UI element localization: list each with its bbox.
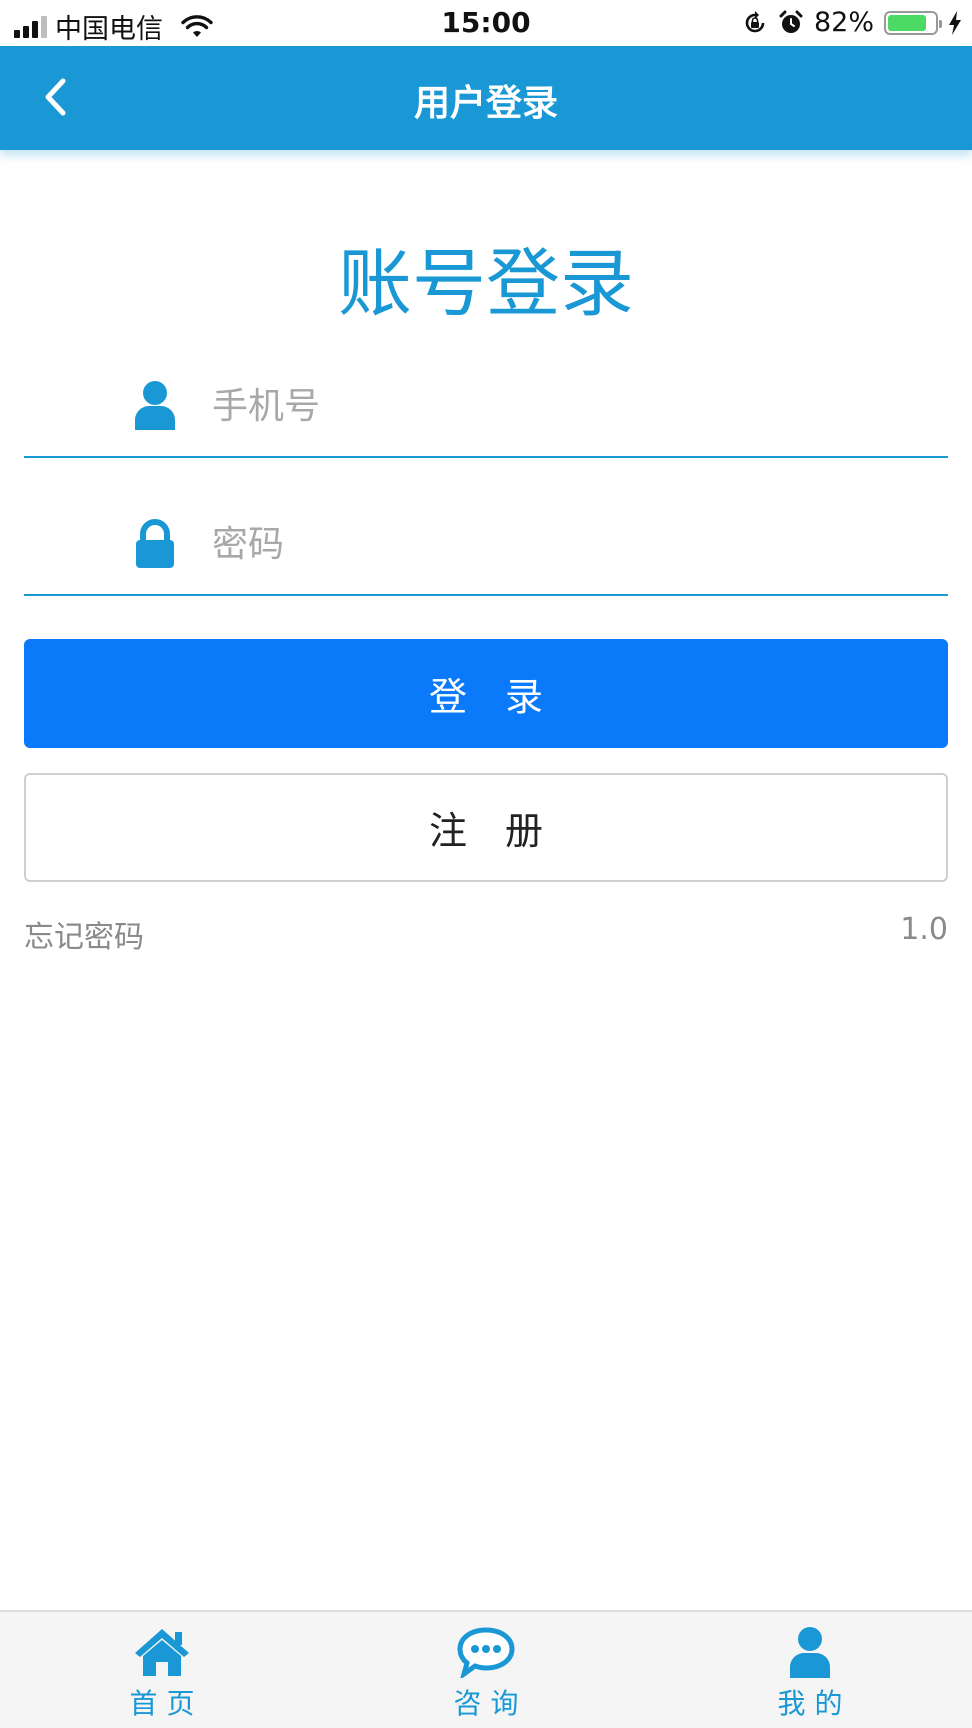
version-label: 1.0 (900, 912, 948, 947)
nav-title: 用户登录 (413, 83, 558, 124)
password-field (24, 504, 948, 596)
nav-bar: 用户登录 (0, 46, 972, 150)
tab-home-label: 首 页 (129, 1687, 195, 1720)
tab-bar: 首 页 咨 询 我 的 (0, 1610, 972, 1728)
login-screen: 中国电信 15:00 82% 用户登录 账号登录 手机号 登 录 注 册 忘记密… (0, 0, 972, 1728)
page-title: 账号登录 (338, 241, 634, 327)
battery-icon (884, 10, 942, 35)
battery-percent: 82% (813, 7, 874, 38)
status-bar: 中国电信 15:00 82% (0, 0, 972, 46)
forgot-password-link[interactable]: 忘记密码 (24, 912, 144, 956)
phone-input[interactable] (212, 380, 912, 432)
tab-mine[interactable]: 我 的 (750, 1626, 870, 1726)
tab-consult[interactable]: 咨 询 (426, 1626, 546, 1726)
charging-bolt-icon (949, 10, 961, 35)
login-button[interactable]: 登 录 (24, 639, 948, 748)
status-right: 82% (742, 7, 962, 38)
user-icon (790, 1627, 830, 1678)
rotation-lock-icon (745, 10, 765, 32)
tab-home[interactable]: 首 页 (102, 1626, 222, 1726)
lock-icon (136, 519, 174, 568)
user-icon (135, 381, 175, 430)
tab-mine-label: 我 的 (777, 1687, 843, 1720)
home-icon (135, 1629, 189, 1676)
alarm-icon (779, 10, 803, 33)
password-input[interactable] (212, 518, 912, 570)
chat-bubble-icon (457, 1627, 515, 1678)
phone-field (24, 366, 948, 458)
battery-level (888, 14, 926, 31)
register-button[interactable]: 注 册 (24, 773, 948, 882)
tab-consult-label: 咨 询 (453, 1687, 519, 1720)
